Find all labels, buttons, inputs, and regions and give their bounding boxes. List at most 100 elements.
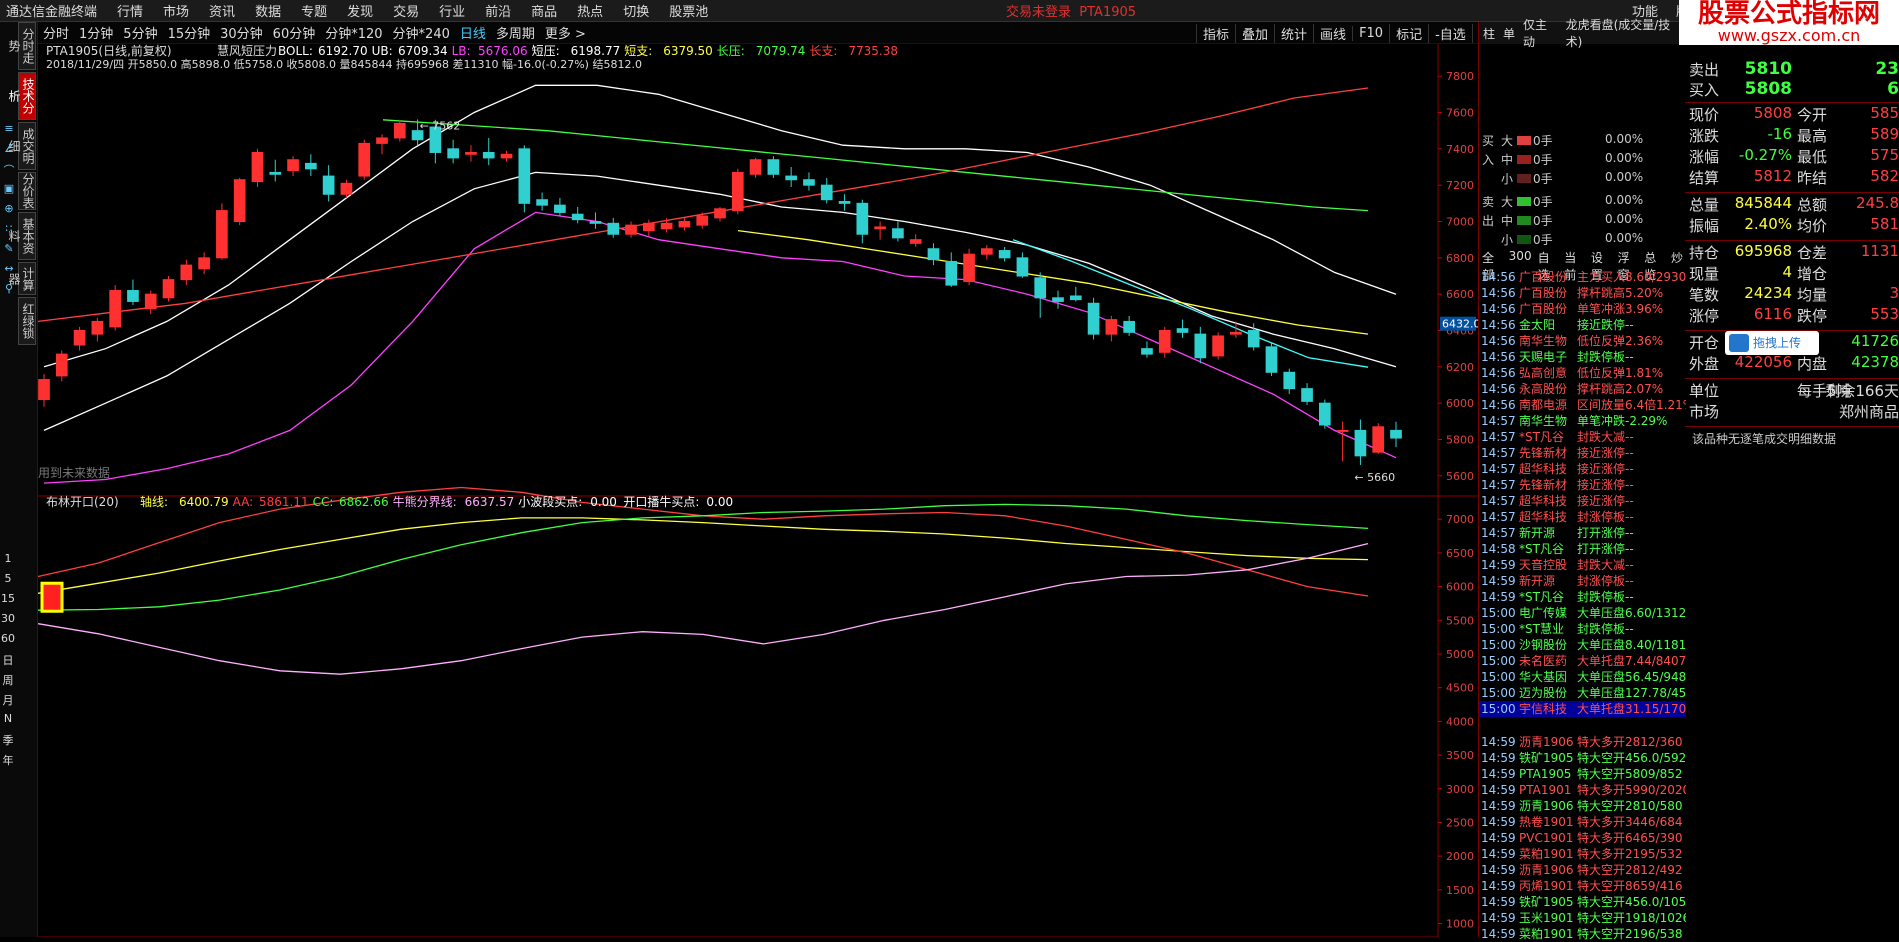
candle-body[interactable] (820, 184, 833, 201)
event-row[interactable]: 14:57 超华科技 封涨停板 -- (1479, 509, 1686, 525)
flow-tab[interactable]: 仅主动 (1519, 16, 1562, 50)
event-row[interactable]: 15:00宇信科技大单托盘31.15/1702 (1479, 701, 1686, 717)
flow-filter[interactable]: 300 (1506, 249, 1535, 267)
candle-body[interactable] (714, 208, 726, 219)
period-shortcut[interactable]: 周 (1, 672, 15, 688)
menu-item[interactable]: 行情 (107, 1, 153, 20)
candle-body[interactable] (643, 222, 655, 232)
period-shortcut[interactable]: 60 (1, 632, 15, 645)
candle-body[interactable] (91, 320, 104, 335)
event-row[interactable]: 14:59 玉米1901 特大空开 1918/1026 (1479, 910, 1686, 926)
menu-item[interactable]: 商品 (521, 1, 567, 20)
period-tab[interactable]: 分时 (38, 23, 74, 42)
candle-body[interactable] (554, 204, 566, 213)
candle-body[interactable] (1247, 330, 1260, 348)
flow-filter[interactable]: 总览 (1641, 249, 1668, 282)
event-row[interactable]: 14:57 先锋新材 接近涨停 -- (1479, 445, 1686, 461)
candle-body[interactable] (38, 379, 50, 401)
period-tab[interactable]: 分钟*240 (388, 23, 455, 42)
candle-body[interactable] (55, 353, 68, 377)
period-shortcut[interactable]: 季 (1, 732, 15, 748)
candle-body[interactable] (874, 226, 886, 230)
candle-body[interactable] (1034, 277, 1047, 299)
event-row[interactable]: 14:56 广百股份 主力买入 8.60/2930 (1479, 269, 1686, 285)
event-row[interactable]: 14:57 *ST凡谷 封跌大减 -- (1479, 429, 1686, 445)
candle-body[interactable] (1176, 328, 1189, 333)
chart-area[interactable]: 7800760074007200700068006600640062006000… (38, 44, 1478, 937)
candle-body[interactable] (1052, 297, 1064, 302)
event-row[interactable]: 14:59 沥青1906 特大空开 2810/580 (1479, 798, 1686, 814)
period-tab[interactable]: 15分钟 (163, 23, 216, 42)
period-shortcut[interactable]: 1 (1, 552, 15, 565)
drawing-tool-icon[interactable]: ⌒ (2, 162, 16, 177)
upload-button[interactable]: 拖拽上传 (1725, 331, 1819, 355)
candle-body[interactable] (1123, 320, 1135, 333)
period-shortcut[interactable]: 30 (1, 612, 15, 625)
candle-body[interactable] (1372, 426, 1385, 453)
event-row[interactable]: 14:56 天赐电子 封跌停板 -- (1479, 349, 1686, 365)
flow-tab[interactable]: 龙虎看盘(成交量/技术) (1562, 16, 1686, 50)
period-tab[interactable]: 5分钟 (118, 23, 162, 42)
flow-filter[interactable]: 设置 (1588, 249, 1615, 282)
period-shortcut[interactable]: 日 (1, 652, 15, 668)
menu-item[interactable]: 行业 (429, 1, 475, 20)
event-row[interactable]: 14:59 沥青1906 特大空开 2812/492 (1479, 862, 1686, 878)
left-tab[interactable]: 计算器 (7, 262, 36, 295)
left-tab[interactable]: 红绿锁 (18, 297, 36, 345)
candle-body[interactable] (927, 248, 940, 261)
candle-body[interactable] (127, 290, 139, 302)
candle-body[interactable] (945, 260, 958, 286)
candle-body[interactable] (1158, 330, 1171, 353)
candle-body[interactable] (1194, 333, 1207, 359)
candle-body[interactable] (322, 175, 335, 195)
candle-body[interactable] (340, 182, 353, 195)
candle-body[interactable] (785, 175, 797, 181)
candle-body[interactable] (500, 153, 513, 159)
candle-body[interactable] (1283, 371, 1296, 390)
event-row[interactable]: 14:58 *ST凡谷 打开涨停 -- (1479, 541, 1686, 557)
event-row[interactable]: 15:00迈为股份大单压盘127.78/455 (1479, 685, 1686, 701)
event-row[interactable]: 14:59 PTA1905 特大空开 5809/852 (1479, 766, 1686, 782)
event-row[interactable]: 14:56 金太阳 接近跌停 -- (1479, 317, 1686, 333)
event-row[interactable]: 14:56南都电源区间放量6.4倍1.21% (1479, 397, 1686, 413)
drawing-tool-icon[interactable]: ∠ (2, 142, 16, 156)
menu-item[interactable]: 数据 (245, 1, 291, 20)
drawing-tool-icon[interactable]: ⊕ (2, 202, 16, 216)
period-tab[interactable]: 多周期 (491, 23, 540, 42)
left-tab[interactable]: 技术分析 (7, 72, 36, 120)
flow-filter[interactable]: 全部 (1479, 249, 1506, 282)
event-row[interactable]: 14:56 南华生物 低位反弹 2.36% (1479, 333, 1686, 349)
candle-body[interactable] (1301, 388, 1313, 402)
drawing-tool-icon[interactable]: ✎ (2, 242, 16, 256)
event-row[interactable]: 14:59 热卷1901 特大多开 3446/684 (1479, 814, 1686, 830)
candle-body[interactable] (447, 148, 459, 159)
candle-body[interactable] (963, 253, 975, 282)
candle-body[interactable] (731, 171, 744, 212)
menu-item[interactable]: 市场 (153, 1, 199, 20)
left-tab[interactable]: 基本资料 (7, 212, 36, 260)
period-tab[interactable]: 60分钟 (268, 23, 321, 42)
event-row[interactable]: 14:59 菜粕1901 特大多开 2195/532 (1479, 846, 1686, 862)
candle-body[interactable] (625, 224, 637, 235)
event-row[interactable]: 14:59 PTA1901 特大多开 5990/2020 (1479, 782, 1686, 798)
event-row[interactable]: 14:59 *ST凡谷 封跌停板 -- (1479, 589, 1686, 605)
candle-body[interactable] (767, 159, 780, 175)
candle-body[interactable] (482, 151, 495, 159)
period-tab[interactable]: 日线 (455, 23, 491, 42)
candle-body[interactable] (607, 222, 620, 235)
event-row[interactable]: 14:59铁矿1905特大空开456.0/1054 (1479, 894, 1686, 910)
chart-tool-button[interactable]: 叠加 (1235, 23, 1274, 43)
candle-body[interactable] (144, 293, 157, 310)
menu-item[interactable]: 切换 (613, 1, 659, 20)
candle-body[interactable] (909, 239, 922, 244)
flow-filter[interactable]: 当前 (1561, 249, 1588, 282)
drawing-tool-icon[interactable]: ▣ (2, 182, 16, 196)
drawing-tool-icon[interactable]: ≡ (2, 122, 16, 136)
candle-body[interactable] (1105, 319, 1118, 335)
candle-body[interactable] (749, 159, 762, 175)
period-tab[interactable]: 1分钟 (74, 23, 118, 42)
candle-body[interactable] (803, 179, 815, 186)
left-tab[interactable]: 分时走势 (7, 22, 36, 70)
chart-tool-button[interactable]: 画线 (1313, 23, 1352, 43)
candle-body[interactable] (465, 151, 477, 155)
